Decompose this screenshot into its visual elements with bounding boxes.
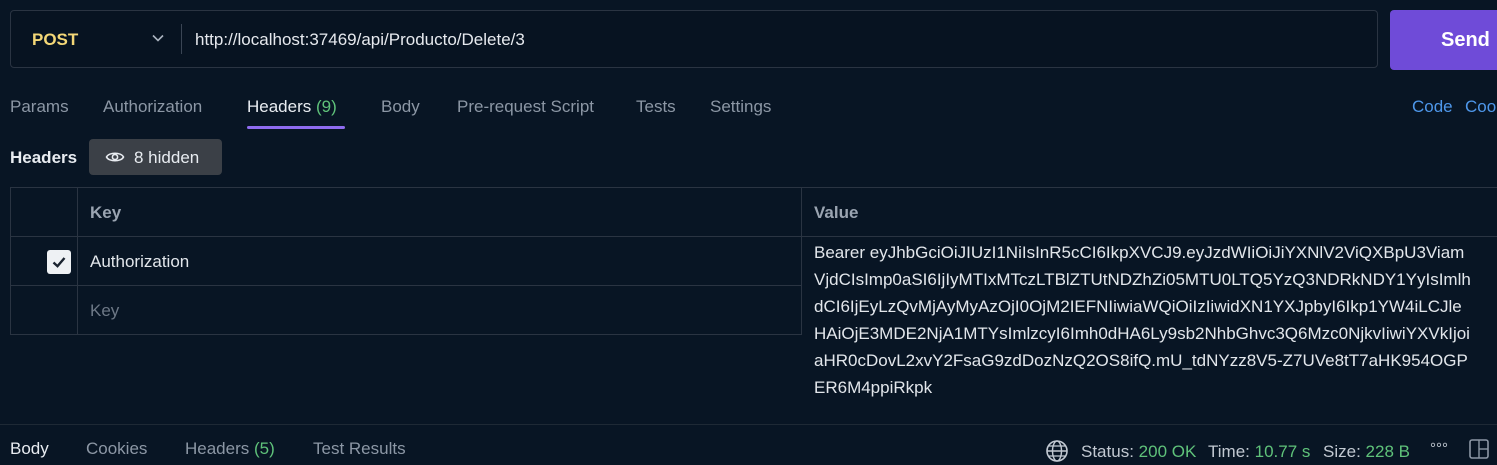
response-size: Size: 228 B — [1323, 442, 1410, 462]
response-tab-headers[interactable]: Headers (5) — [185, 439, 275, 459]
size-value: 228 B — [1365, 442, 1410, 461]
status-value: 200 OK — [1138, 442, 1197, 461]
response-tab-headers-count: (5) — [254, 439, 275, 458]
column-header-value: Value — [814, 203, 859, 222]
table-top-border — [10, 187, 1497, 188]
column-header-key: Key — [90, 203, 122, 222]
hidden-headers-toggle[interactable]: 8 hidden — [89, 139, 222, 175]
size-label: Size: — [1323, 442, 1361, 461]
active-tab-indicator — [247, 126, 345, 129]
chevron-down-icon[interactable] — [150, 30, 166, 46]
send-button[interactable]: Send — [1390, 10, 1497, 70]
header-value-cell[interactable]: Bearer eyJhbGciOiJIUzI1NiIsInR5cCI6IkpXV… — [814, 239, 1474, 401]
tab-params[interactable]: Params — [10, 97, 69, 117]
tab-body[interactable]: Body — [381, 97, 420, 117]
response-tab-cookies[interactable]: Cookies — [86, 439, 147, 459]
code-link[interactable]: Code — [1412, 97, 1453, 117]
check-icon — [52, 257, 66, 268]
tab-tests[interactable]: Tests — [636, 97, 676, 117]
send-button-label: Send — [1441, 29, 1490, 51]
response-tab-test-results[interactable]: Test Results — [313, 439, 406, 459]
eye-icon — [105, 152, 125, 162]
tab-pre-request-script[interactable]: Pre-request Script — [457, 97, 594, 117]
layout-icon[interactable] — [1468, 438, 1490, 460]
method-select[interactable]: POST — [32, 30, 78, 50]
status-label: Status: — [1081, 442, 1134, 461]
tab-authorization[interactable]: Authorization — [103, 97, 202, 117]
tab-headers-count: (9) — [316, 97, 337, 116]
header-enabled-checkbox[interactable] — [47, 250, 71, 274]
cookies-link[interactable]: Coo — [1465, 97, 1496, 117]
hidden-headers-label: 8 hidden — [134, 148, 200, 167]
more-icon[interactable]: °°° — [1430, 440, 1448, 457]
headers-title: Headers — [10, 148, 78, 167]
tab-headers-label: Headers — [247, 97, 312, 116]
time-value: 10.77 s — [1254, 442, 1311, 461]
response-tab-body[interactable]: Body — [10, 439, 49, 459]
tab-settings[interactable]: Settings — [710, 97, 771, 117]
response-time: Time: 10.77 s — [1208, 442, 1310, 462]
table-col-border-1 — [77, 187, 78, 335]
time-label: Time: — [1208, 442, 1250, 461]
globe-icon[interactable] — [1045, 439, 1069, 463]
new-header-key-input[interactable]: Key — [90, 301, 119, 321]
method-separator — [181, 24, 182, 54]
header-key-cell[interactable]: Authorization — [90, 252, 189, 272]
tab-headers[interactable]: Headers (9) — [247, 97, 337, 117]
table-left-border — [10, 187, 11, 335]
response-tab-headers-label: Headers — [185, 439, 250, 458]
url-input[interactable]: http://localhost:37469/api/Producto/Dele… — [195, 30, 525, 50]
response-status: Status: 200 OK — [1081, 442, 1196, 462]
